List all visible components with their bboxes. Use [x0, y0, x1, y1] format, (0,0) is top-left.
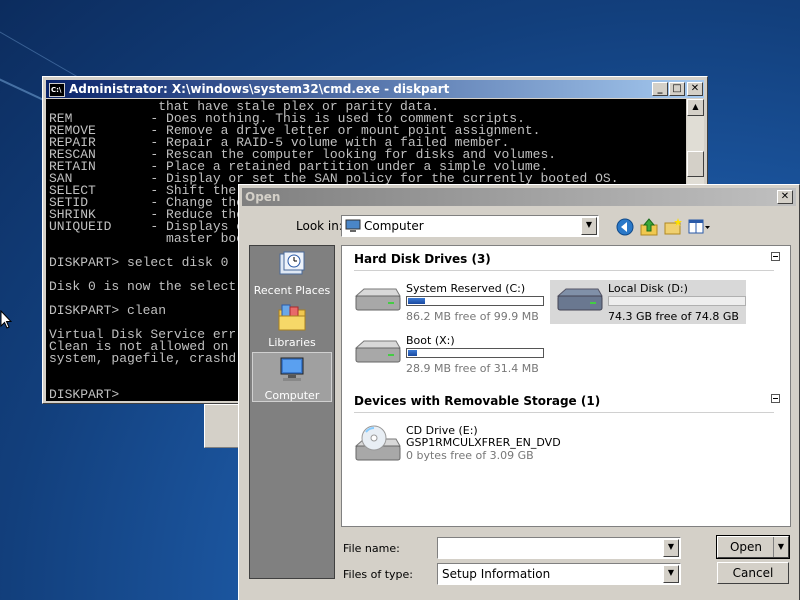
- scroll-thumb[interactable]: [687, 151, 704, 177]
- collapse-group-icon[interactable]: [771, 394, 780, 403]
- place-label: Libraries: [268, 336, 316, 349]
- drive-item-c[interactable]: System Reserved (C:) 86.2 MB free of 99.…: [348, 280, 548, 324]
- place-computer[interactable]: Computer: [252, 352, 332, 402]
- cmd-title: Administrator: X:\windows\system32\cmd.e…: [69, 82, 450, 96]
- group-header-removable-storage: Devices with Removable Storage (1): [354, 394, 601, 408]
- usage-fill: [408, 350, 417, 356]
- background-window-edge: [204, 404, 242, 448]
- place-libraries[interactable]: Libraries: [252, 300, 332, 350]
- scroll-up-button[interactable]: ▲: [687, 99, 704, 116]
- hard-drive-icon: [354, 340, 401, 363]
- dialog-title-bar[interactable]: Open ✕: [242, 188, 796, 206]
- group-divider: [354, 270, 774, 271]
- look-in-select[interactable]: Computer ▼: [341, 215, 599, 237]
- files-of-type-label: Files of type:: [343, 568, 414, 581]
- place-recent-places[interactable]: Recent Places: [252, 248, 332, 298]
- look-in-label: Look in:: [296, 219, 343, 233]
- collapse-group-icon[interactable]: [771, 252, 780, 261]
- chevron-down-icon[interactable]: ▼: [773, 537, 788, 557]
- hard-drive-icon: [556, 288, 603, 311]
- place-label: Recent Places: [253, 284, 331, 297]
- drive-free-space: 28.9 MB free of 31.4 MB: [406, 362, 539, 375]
- group-header-hard-disk-drives: Hard Disk Drives (3): [354, 252, 491, 266]
- files-of-type-value: Setup Information: [442, 567, 551, 581]
- drive-free-space: 0 bytes free of 3.09 GB: [406, 449, 534, 462]
- maximize-button[interactable]: □: [669, 82, 685, 96]
- chevron-down-icon[interactable]: ▼: [581, 217, 597, 235]
- drive-usage-bar: [406, 296, 544, 306]
- look-in-value: Computer: [364, 219, 424, 233]
- place-label: Computer: [264, 389, 320, 402]
- open-button-label: Open: [729, 540, 763, 554]
- cancel-button[interactable]: Cancel: [717, 562, 789, 584]
- chevron-down-icon[interactable]: ▼: [663, 565, 679, 583]
- back-icon[interactable]: [615, 217, 635, 237]
- hard-drive-icon: [354, 288, 401, 311]
- file-name-input[interactable]: ▼: [437, 537, 681, 559]
- close-button[interactable]: ✕: [687, 82, 703, 96]
- drive-name: Local Disk (D:): [608, 282, 688, 295]
- drive-name: Boot (X:): [406, 334, 455, 347]
- minimize-button[interactable]: _: [652, 82, 668, 96]
- drive-volume-label: GSP1RMCULXFRER_EN_DVD: [406, 436, 561, 449]
- open-button[interactable]: Open ▼: [716, 535, 790, 559]
- file-list-view[interactable]: Hard Disk Drives (3) System Reserved (C:…: [341, 245, 791, 527]
- new-folder-icon[interactable]: [663, 217, 683, 237]
- cd-drive-icon: [354, 425, 401, 461]
- drive-name: System Reserved (C:): [406, 282, 526, 295]
- usage-fill: [408, 298, 426, 304]
- file-name-label: File name:: [343, 542, 400, 555]
- chevron-down-icon[interactable]: ▼: [663, 539, 679, 557]
- computer-icon: [280, 357, 304, 381]
- drive-usage-bar: [406, 348, 544, 358]
- dialog-title: Open: [245, 190, 281, 204]
- open-dialog: Open ✕ Look in: Computer ▼ Recent Places…: [238, 184, 800, 600]
- files-of-type-select[interactable]: Setup Information ▼: [437, 563, 681, 585]
- dialog-close-button[interactable]: ✕: [777, 190, 793, 204]
- up-folder-icon[interactable]: [639, 217, 659, 237]
- views-menu-icon[interactable]: [687, 217, 711, 237]
- places-bar: Recent Places Libraries Computer: [249, 245, 335, 579]
- libraries-icon: [278, 304, 306, 331]
- mouse-cursor: [0, 309, 13, 334]
- drive-item-d[interactable]: Local Disk (D:) 74.3 GB free of 74.8 GB: [550, 280, 746, 324]
- drive-usage-bar: [608, 296, 746, 306]
- computer-icon: [345, 219, 361, 232]
- drive-item-e[interactable]: CD Drive (E:) GSP1RMCULXFRER_EN_DVD 0 by…: [348, 422, 561, 470]
- drive-item-x[interactable]: Boot (X:) 28.9 MB free of 31.4 MB: [348, 332, 548, 376]
- drive-free-space: 74.3 GB free of 74.8 GB: [608, 310, 739, 323]
- cmd-app-icon: [49, 81, 65, 99]
- drive-free-space: 86.2 MB free of 99.9 MB: [406, 310, 539, 323]
- recent-places-icon: [279, 251, 305, 275]
- group-divider: [354, 412, 774, 413]
- cmd-title-bar[interactable]: Administrator: X:\windows\system32\cmd.e…: [46, 80, 704, 99]
